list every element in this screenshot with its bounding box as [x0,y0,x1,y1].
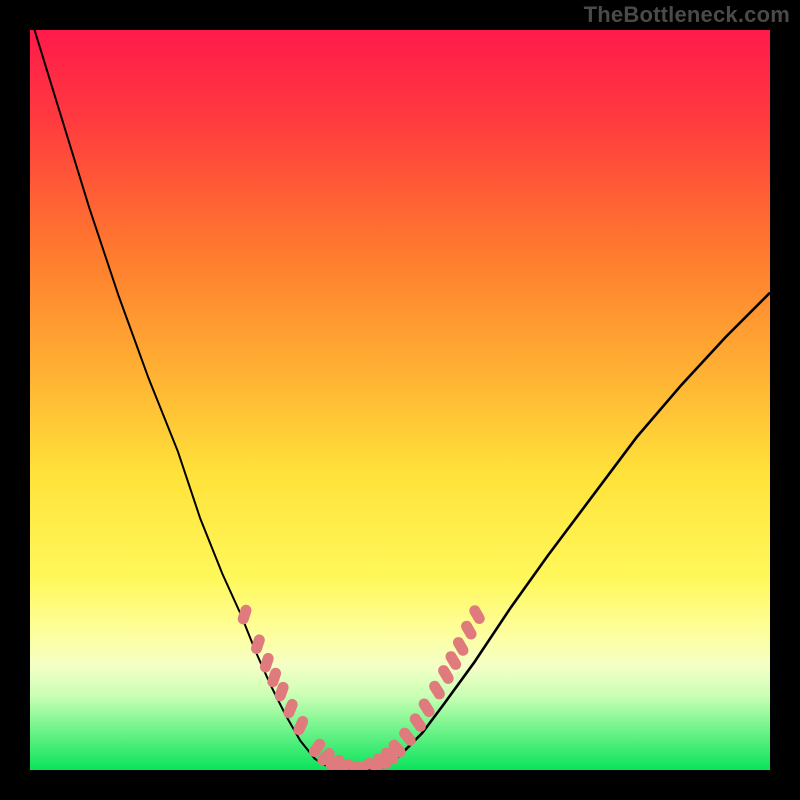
plot-area [30,30,770,770]
plot-svg [30,30,770,770]
watermark-text: TheBottleneck.com [584,2,790,27]
gradient-backdrop [30,30,770,770]
watermark: TheBottleneck.com [584,2,790,28]
chart-container: TheBottleneck.com [0,0,800,800]
